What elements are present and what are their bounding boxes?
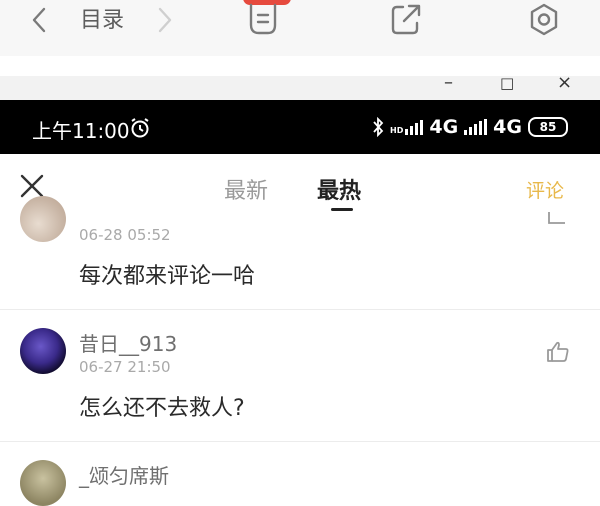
comment-time: 06-28 05:52: [79, 226, 171, 244]
window-close-button[interactable]: ×: [557, 72, 572, 93]
alarm-icon: [131, 118, 149, 138]
network-type-1: 4G: [429, 116, 459, 138]
network-type-2: 4G: [493, 116, 522, 138]
active-tab-indicator: [331, 208, 353, 211]
comment-tabs-header: 最新 最热 评论: [0, 154, 600, 214]
like-icon[interactable]: [546, 210, 568, 226]
tab-newest[interactable]: 最新: [224, 173, 268, 205]
avatar[interactable]: [20, 460, 66, 506]
bookmark-icon: [249, 3, 277, 35]
signal-icon: HD: [390, 119, 424, 135]
comment-username[interactable]: 昔日__913: [79, 328, 177, 357]
settings-button[interactable]: [524, 0, 564, 40]
list-item: 昔日__913 06-27 21:50 怎么还不去救人?: [0, 310, 600, 442]
back-button[interactable]: [22, 0, 56, 40]
comment-time: 06-27 21:50: [79, 358, 171, 376]
comment-text: 怎么还不去救人?: [79, 396, 245, 421]
bluetooth-icon: [373, 117, 384, 137]
list-item: _颂匀席斯: [0, 442, 600, 506]
minimize-button[interactable]: –: [444, 72, 453, 93]
battery-indicator: 85: [528, 117, 568, 137]
comment-username[interactable]: _颂匀席斯: [79, 460, 169, 489]
spacer: [0, 56, 600, 76]
share-icon: [391, 4, 421, 35]
avatar[interactable]: [20, 328, 66, 374]
back-icon: [32, 7, 46, 33]
catalog-button[interactable]: 目录: [80, 2, 124, 34]
list-item: 06-28 05:52 每次都来评论一哈: [0, 196, 600, 310]
tab-hottest[interactable]: 最热: [317, 173, 361, 205]
top-app-bar: 目录: [0, 0, 600, 56]
write-comment-button[interactable]: 评论: [526, 176, 564, 203]
like-icon[interactable]: [546, 340, 570, 364]
status-time: 上午11:00: [32, 119, 130, 143]
status-indicators: HD 4G 4G 85: [372, 114, 568, 140]
window-controls: – □ ×: [0, 72, 600, 100]
forward-button[interactable]: [150, 0, 180, 40]
bookmark-button[interactable]: [243, 0, 283, 40]
comment-text: 每次都来评论一哈: [79, 264, 256, 289]
signal-icon-2: [464, 119, 488, 135]
status-bar: 上午11:00 HD 4G 4G 85: [0, 100, 600, 154]
forward-icon: [158, 7, 172, 33]
share-button[interactable]: [386, 0, 426, 40]
avatar[interactable]: [20, 196, 66, 242]
maximize-button[interactable]: □: [500, 74, 514, 92]
settings-icon: [530, 3, 558, 36]
